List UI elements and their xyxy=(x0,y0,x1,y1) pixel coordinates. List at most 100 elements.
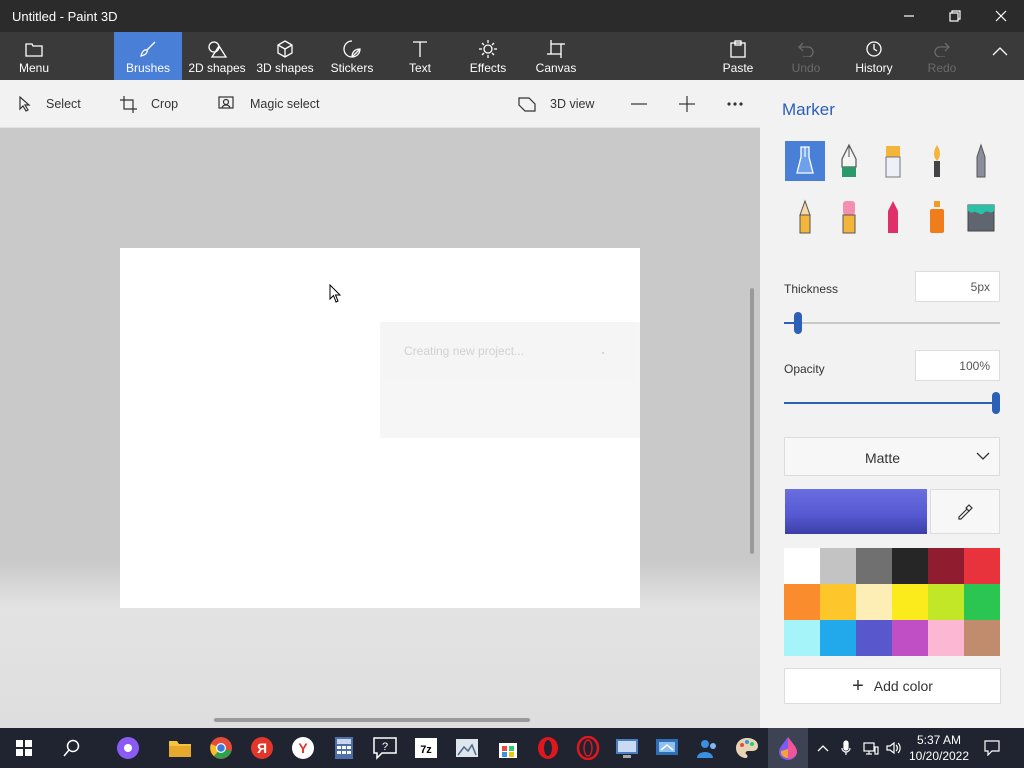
color-swatch[interactable] xyxy=(892,548,928,584)
zoom-out-button[interactable] xyxy=(630,80,648,128)
taskbar-yandex[interactable]: Я xyxy=(242,728,282,768)
minimize-button[interactable] xyxy=(886,0,932,32)
opacity-input[interactable]: 100% xyxy=(915,350,1000,381)
zoom-in-button[interactable] xyxy=(678,80,696,128)
window-title: Untitled - Paint 3D xyxy=(12,9,118,24)
tray-volume[interactable] xyxy=(884,728,904,768)
select-tool[interactable]: Select xyxy=(18,80,81,128)
taskbar-remote-desktop[interactable] xyxy=(607,728,647,768)
undo-button[interactable]: Undo xyxy=(784,32,828,80)
yandex-browser-icon: Я xyxy=(251,737,273,759)
crop-tool[interactable]: Crop xyxy=(120,80,178,128)
color-swatch[interactable] xyxy=(928,584,964,620)
thickness-slider-track[interactable] xyxy=(784,322,1000,324)
opera-gx-icon xyxy=(576,736,600,760)
add-color-button[interactable]: + Add color xyxy=(784,668,1001,704)
brush-eraser[interactable] xyxy=(829,197,869,237)
loading-message: Creating new project... xyxy=(404,344,525,358)
horizontal-scrollbar[interactable] xyxy=(214,718,530,722)
taskbar-paint[interactable] xyxy=(727,728,767,768)
paste-button[interactable]: Paste xyxy=(716,32,760,80)
color-swatch[interactable] xyxy=(820,620,856,656)
eyedropper-button[interactable] xyxy=(930,489,1000,534)
taskbar-file-explorer[interactable] xyxy=(160,728,200,768)
brush-watercolor[interactable] xyxy=(917,141,957,181)
tray-microphone[interactable] xyxy=(836,728,856,768)
history-button[interactable]: History xyxy=(850,32,898,80)
thickness-input[interactable]: 5px xyxy=(915,271,1000,302)
redo-button[interactable]: Redo xyxy=(920,32,964,80)
color-swatch[interactable] xyxy=(784,584,820,620)
brush-pencil[interactable] xyxy=(785,197,825,237)
menu-button[interactable]: Menu xyxy=(8,32,60,80)
action-center-button[interactable] xyxy=(978,728,1006,768)
more-options-button[interactable] xyxy=(726,80,744,128)
tab-text[interactable]: Text xyxy=(400,32,440,80)
start-button[interactable] xyxy=(4,728,44,768)
tab-canvas[interactable]: Canvas xyxy=(532,32,580,80)
taskbar-chrome[interactable] xyxy=(201,728,241,768)
collapse-ribbon-button[interactable] xyxy=(984,32,1016,80)
taskbar-help[interactable]: ? xyxy=(365,728,405,768)
taskbar-calculator[interactable] xyxy=(324,728,364,768)
tab-effects[interactable]: Effects xyxy=(464,32,512,80)
brush-oil[interactable] xyxy=(873,141,913,181)
taskbar-7zip[interactable]: 7z xyxy=(406,728,446,768)
color-swatch[interactable] xyxy=(964,548,1000,584)
add-color-label: Add color xyxy=(873,678,933,694)
close-button[interactable] xyxy=(978,0,1024,32)
color-swatch[interactable] xyxy=(856,584,892,620)
plus-icon xyxy=(679,96,695,112)
brush-pixel-pen[interactable] xyxy=(961,141,1001,181)
tray-network[interactable] xyxy=(860,728,882,768)
taskbar-opera-gx[interactable] xyxy=(568,728,608,768)
thickness-slider-thumb[interactable] xyxy=(794,312,802,334)
magic-select-tool[interactable]: Magic select xyxy=(218,80,319,128)
color-swatch[interactable] xyxy=(964,584,1000,620)
tab-3d-shapes[interactable]: 3D shapes xyxy=(254,32,316,80)
color-swatch[interactable] xyxy=(784,620,820,656)
brush-crayon[interactable] xyxy=(873,197,913,237)
view-3d-button[interactable]: 3D view xyxy=(518,80,594,128)
color-swatch[interactable] xyxy=(856,620,892,656)
color-swatch[interactable] xyxy=(820,548,856,584)
paint-3d-icon xyxy=(779,737,797,760)
taskbar-paint-3d[interactable] xyxy=(768,728,808,768)
finish-dropdown[interactable]: Matte xyxy=(784,437,1000,476)
brush-spray-can[interactable] xyxy=(917,197,957,237)
search-button[interactable] xyxy=(52,728,92,768)
vertical-scrollbar[interactable] xyxy=(750,288,754,554)
brush-calligraphy-pen[interactable] xyxy=(829,141,869,181)
tab-2d-shapes[interactable]: 2D shapes xyxy=(186,32,248,80)
taskbar-control-panel[interactable] xyxy=(647,728,687,768)
tray-show-hidden[interactable] xyxy=(812,728,834,768)
taskbar-store[interactable] xyxy=(488,728,528,768)
color-swatch[interactable] xyxy=(928,548,964,584)
canvas-icon xyxy=(547,40,565,58)
tab-stickers[interactable]: Stickers xyxy=(326,32,378,80)
color-swatch[interactable] xyxy=(820,584,856,620)
taskbar-people[interactable] xyxy=(687,728,727,768)
brush-marker[interactable] xyxy=(785,141,825,181)
taskbar-opera[interactable] xyxy=(528,728,568,768)
color-swatch[interactable] xyxy=(784,548,820,584)
loading-toast: Creating new project... xyxy=(380,322,640,438)
current-color[interactable] xyxy=(785,489,927,534)
taskbar-yandex-browser[interactable]: Y xyxy=(283,728,323,768)
view-3d-icon xyxy=(518,97,536,112)
workspace[interactable]: Creating new project... xyxy=(0,128,760,728)
windows-logo-icon xyxy=(16,740,32,756)
color-swatch[interactable] xyxy=(856,548,892,584)
brush-fill-bucket[interactable] xyxy=(961,197,1001,237)
opacity-slider-thumb[interactable] xyxy=(992,392,1000,414)
clock[interactable]: 5:37 AM 10/20/2022 xyxy=(905,732,973,764)
color-swatch[interactable] xyxy=(892,584,928,620)
color-swatch[interactable] xyxy=(892,620,928,656)
calculator-icon xyxy=(335,737,353,759)
taskbar-alice[interactable] xyxy=(108,728,148,768)
color-swatch[interactable] xyxy=(928,620,964,656)
color-swatch[interactable] xyxy=(964,620,1000,656)
restore-button[interactable] xyxy=(932,0,978,32)
tab-brushes[interactable]: Brushes xyxy=(114,32,182,80)
taskbar-photos[interactable] xyxy=(447,728,487,768)
